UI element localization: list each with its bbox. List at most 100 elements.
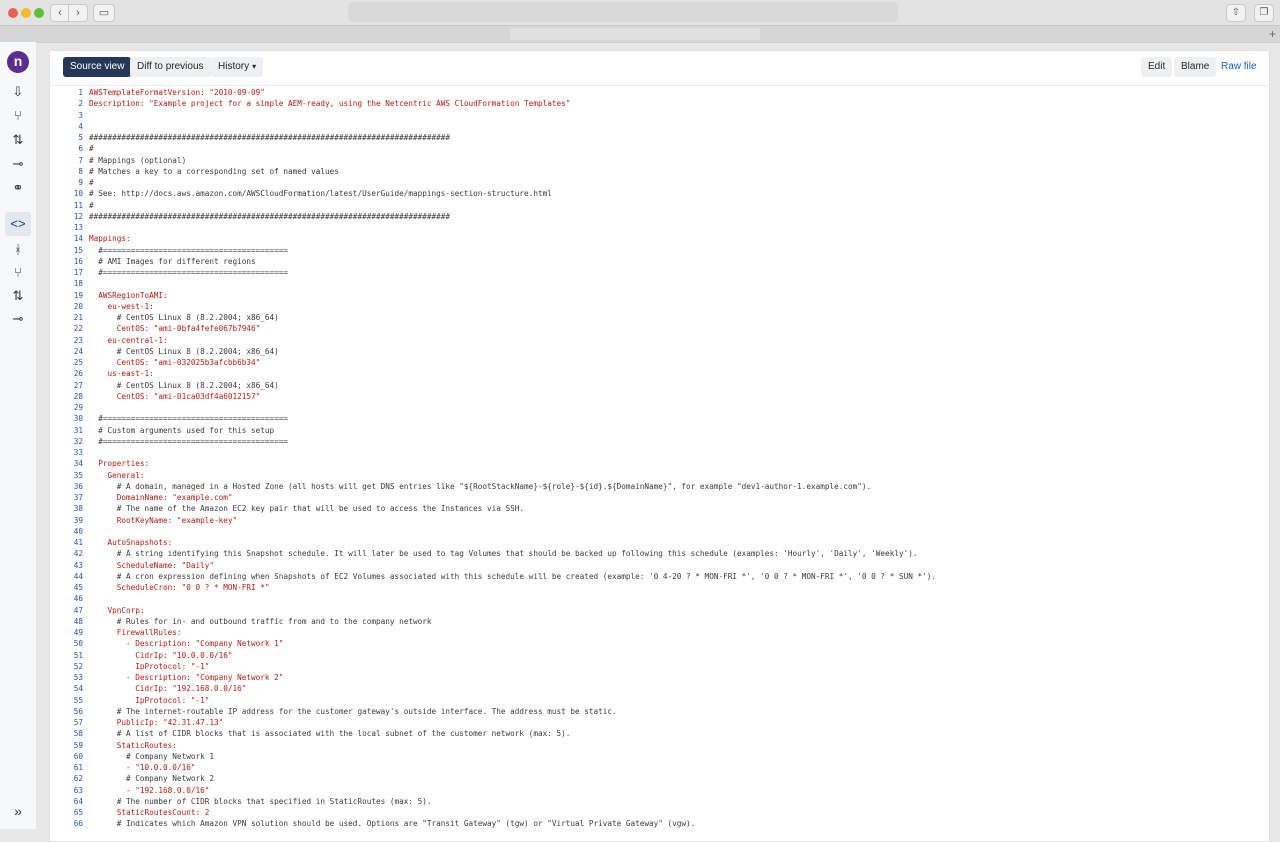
line-number[interactable]: 62 bbox=[50, 773, 83, 784]
line-number[interactable]: 4 bbox=[50, 121, 83, 132]
line-number[interactable]: 50 bbox=[50, 638, 83, 649]
forward-arrow-icon[interactable]: › bbox=[68, 4, 88, 22]
line-number[interactable]: 44 bbox=[50, 571, 83, 582]
pull-request-icon[interactable]: ⇅ bbox=[8, 131, 28, 149]
line-number[interactable]: 48 bbox=[50, 616, 83, 627]
line-number[interactable]: 12 bbox=[50, 211, 83, 222]
line-number[interactable]: 29 bbox=[50, 402, 83, 413]
fork-icon[interactable]: ⊸ bbox=[8, 155, 28, 173]
close-window-button[interactable] bbox=[8, 8, 18, 18]
line-number[interactable]: 15 bbox=[50, 245, 83, 256]
line-number[interactable]: 42 bbox=[50, 548, 83, 559]
line-number[interactable]: 7 bbox=[50, 155, 83, 166]
line-number[interactable]: 58 bbox=[50, 728, 83, 739]
compare-icon[interactable]: ⚭ bbox=[8, 179, 28, 197]
line-number[interactable]: 63 bbox=[50, 785, 83, 796]
line-number[interactable]: 37 bbox=[50, 492, 83, 503]
line-number[interactable]: 27 bbox=[50, 380, 83, 391]
line-number[interactable]: 9 bbox=[50, 177, 83, 188]
tab-overview-icon[interactable]: ❐ bbox=[1254, 4, 1274, 22]
line-number[interactable]: 61 bbox=[50, 762, 83, 773]
line-number[interactable]: 36 bbox=[50, 481, 83, 492]
line-number[interactable]: 11 bbox=[50, 200, 83, 211]
line-number[interactable]: 8 bbox=[50, 166, 83, 177]
line-number[interactable]: 30 bbox=[50, 413, 83, 424]
line-number[interactable]: 2 bbox=[50, 98, 83, 109]
code-line: 53 - Description: "Company Network 2" bbox=[50, 672, 1269, 683]
app-logo[interactable]: n bbox=[7, 51, 29, 73]
source-code-icon[interactable]: <> bbox=[5, 212, 31, 236]
history-dropdown[interactable]: History ▾ bbox=[211, 57, 264, 77]
new-tab-icon[interactable]: + bbox=[1269, 27, 1276, 41]
diff-to-previous-button[interactable]: Diff to previous bbox=[130, 57, 211, 77]
line-number[interactable]: 3 bbox=[50, 110, 83, 121]
raw-file-link[interactable]: Raw file bbox=[1214, 57, 1264, 77]
zoom-window-button[interactable] bbox=[34, 8, 44, 18]
line-number[interactable]: 25 bbox=[50, 357, 83, 368]
line-number[interactable]: 34 bbox=[50, 458, 83, 469]
line-number[interactable]: 57 bbox=[50, 717, 83, 728]
minimize-window-button[interactable] bbox=[21, 8, 31, 18]
line-number[interactable]: 13 bbox=[50, 222, 83, 233]
line-number[interactable]: 21 bbox=[50, 312, 83, 323]
address-bar[interactable] bbox=[348, 2, 898, 22]
line-number[interactable]: 45 bbox=[50, 582, 83, 593]
line-number[interactable]: 10 bbox=[50, 188, 83, 199]
line-number[interactable]: 54 bbox=[50, 683, 83, 694]
line-number[interactable]: 22 bbox=[50, 323, 83, 334]
line-number[interactable]: 66 bbox=[50, 818, 83, 829]
forks-icon[interactable]: ⊸ bbox=[8, 310, 28, 328]
line-number[interactable]: 47 bbox=[50, 605, 83, 616]
line-number[interactable]: 23 bbox=[50, 335, 83, 346]
line-number[interactable]: 32 bbox=[50, 436, 83, 447]
line-number[interactable]: 20 bbox=[50, 301, 83, 312]
line-number[interactable]: 59 bbox=[50, 740, 83, 751]
line-number[interactable]: 19 bbox=[50, 290, 83, 301]
line-number[interactable]: 53 bbox=[50, 672, 83, 683]
line-number[interactable]: 33 bbox=[50, 447, 83, 458]
line-number[interactable]: 55 bbox=[50, 695, 83, 706]
branches-icon[interactable]: ⑂ bbox=[8, 264, 28, 282]
line-number[interactable]: 46 bbox=[50, 593, 83, 604]
download-icon[interactable]: ⇩ bbox=[8, 83, 28, 101]
line-number[interactable]: 26 bbox=[50, 368, 83, 379]
line-number[interactable]: 31 bbox=[50, 425, 83, 436]
line-number[interactable]: 24 bbox=[50, 346, 83, 357]
share-icon[interactable]: ⇧ bbox=[1226, 4, 1246, 22]
browser-tab[interactable] bbox=[510, 28, 760, 40]
line-number[interactable]: 39 bbox=[50, 515, 83, 526]
line-number[interactable]: 38 bbox=[50, 503, 83, 514]
line-number[interactable]: 60 bbox=[50, 751, 83, 762]
line-number[interactable]: 52 bbox=[50, 661, 83, 672]
line-text: ########################################… bbox=[89, 133, 451, 142]
code-line: 34 Properties: bbox=[50, 458, 1269, 469]
commits-icon[interactable]: ᚼ bbox=[8, 241, 28, 259]
pull-requests-icon[interactable]: ⇅ bbox=[8, 287, 28, 305]
line-number[interactable]: 5 bbox=[50, 132, 83, 143]
line-number[interactable]: 18 bbox=[50, 278, 83, 289]
line-number[interactable]: 41 bbox=[50, 537, 83, 548]
sidebar-toggle-icon[interactable]: ▭ bbox=[93, 4, 115, 22]
branch-icon[interactable]: ⑂ bbox=[8, 107, 28, 125]
line-number[interactable]: 1 bbox=[50, 87, 83, 98]
line-number[interactable]: 6 bbox=[50, 143, 83, 154]
line-number[interactable]: 35 bbox=[50, 470, 83, 481]
line-number[interactable]: 43 bbox=[50, 560, 83, 571]
line-number[interactable]: 65 bbox=[50, 807, 83, 818]
source-view-button[interactable]: Source view bbox=[63, 57, 132, 77]
line-text: # bbox=[89, 144, 94, 154]
line-number[interactable]: 28 bbox=[50, 391, 83, 402]
line-text: IpProtocol: "-1" bbox=[89, 695, 210, 705]
line-number[interactable]: 17 bbox=[50, 267, 83, 278]
line-number[interactable]: 14 bbox=[50, 233, 83, 244]
line-number[interactable]: 64 bbox=[50, 796, 83, 807]
back-arrow-icon[interactable]: ‹ bbox=[50, 4, 70, 22]
line-number[interactable]: 16 bbox=[50, 256, 83, 267]
line-number[interactable]: 51 bbox=[50, 650, 83, 661]
blame-button[interactable]: Blame bbox=[1174, 57, 1217, 77]
line-number[interactable]: 49 bbox=[50, 627, 83, 638]
expand-sidebar-icon[interactable]: » bbox=[8, 803, 28, 819]
line-number[interactable]: 56 bbox=[50, 706, 83, 717]
line-number[interactable]: 40 bbox=[50, 526, 83, 537]
edit-button[interactable]: Edit bbox=[1141, 57, 1173, 77]
